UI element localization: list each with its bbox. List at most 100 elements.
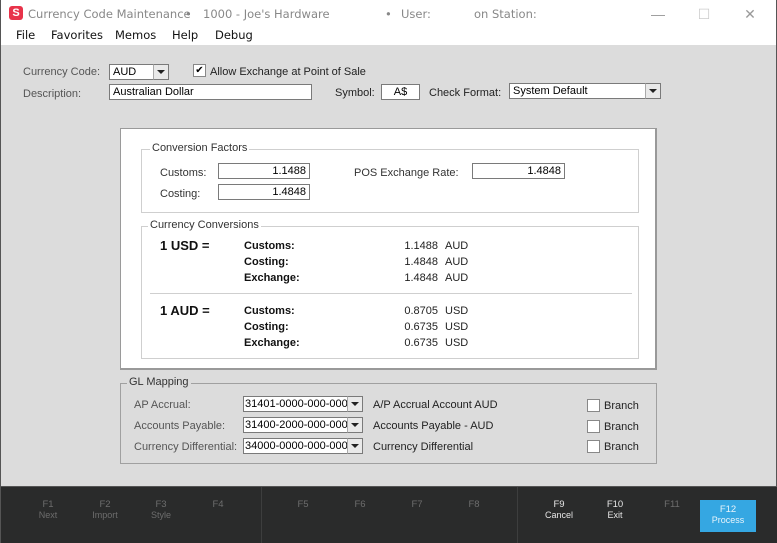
usd-customs-label: Customs: <box>244 240 295 252</box>
aud-exchange-value: 0.6735 <box>404 337 438 349</box>
conversion-divider <box>150 293 632 294</box>
accounts-payable-account-select[interactable]: 31400-2000-000-000 <box>243 417 348 433</box>
customs-factor-label: Customs: <box>160 167 207 179</box>
usd-customs-currency: AUD <box>445 240 469 252</box>
conversion-factors-title: Conversion Factors <box>150 142 250 154</box>
app-logo-icon: S <box>9 6 23 20</box>
description-input[interactable]: Australian Dollar <box>109 84 312 100</box>
currency-code-select[interactable]: AUD <box>109 64 154 80</box>
usd-costing-label: Costing: <box>244 256 289 268</box>
f9-label: Cancel <box>544 510 573 520</box>
usd-exchange-label: Exchange: <box>244 272 300 284</box>
f11-key: F11 <box>664 499 680 510</box>
aud-customs-currency: USD <box>445 305 469 317</box>
function-key-separator <box>261 487 262 543</box>
accounts-payable-description: Accounts Payable - AUD <box>373 420 494 432</box>
f7-button[interactable]: F7 <box>389 500 445 510</box>
f1-next-button[interactable]: F1 Next <box>20 499 76 521</box>
aud-customs-value: 0.8705 <box>404 305 438 317</box>
usd-exchange-currency: AUD <box>445 272 469 284</box>
currency-differential-branch-checkbox[interactable] <box>587 440 600 453</box>
currency-differential-description: Currency Differential <box>373 441 474 453</box>
f8-button[interactable]: F8 <box>446 500 502 510</box>
f6-button[interactable]: F6 <box>332 500 388 510</box>
chevron-down-icon <box>649 89 657 93</box>
conversion-factors-group: Conversion Factors Customs: 1.1488 Costi… <box>141 142 639 213</box>
chevron-down-icon <box>351 444 359 448</box>
station-label: on Station: <box>474 7 537 21</box>
f5-button[interactable]: F5 <box>275 500 331 510</box>
f3-style-button[interactable]: F3 Style <box>133 499 189 521</box>
window-title: Currency Code Maintenance <box>28 7 191 21</box>
f12-label: Process <box>711 515 745 525</box>
aud-costing-value: 0.6735 <box>404 321 438 333</box>
usd-conversion-heading: 1 USD = <box>160 238 210 253</box>
title-bar: S Currency Code Maintenance • 1000 - Joe… <box>1 0 776 27</box>
company-name: 1000 - Joe's Hardware <box>203 7 330 21</box>
currency-code-maintenance-window: S Currency Code Maintenance • 1000 - Joe… <box>0 0 777 543</box>
f10-key: F10 <box>606 499 624 510</box>
minimize-button[interactable]: — <box>635 3 681 25</box>
menu-help[interactable]: Help <box>172 28 198 42</box>
aud-exchange-label: Exchange: <box>244 337 300 349</box>
ap-accrual-branch-label: Branch <box>604 400 639 412</box>
f1-key: F1 <box>42 499 54 510</box>
currency-conversions-title: Currency Conversions <box>148 219 261 231</box>
menu-file[interactable]: File <box>16 28 35 42</box>
check-format-select[interactable]: System Default <box>509 83 646 99</box>
menu-favorites[interactable]: Favorites <box>51 28 103 42</box>
f11-button[interactable]: F11 <box>644 500 700 510</box>
maximize-button[interactable]: ☐ <box>681 3 727 25</box>
usd-costing-value: 1.4848 <box>404 256 438 268</box>
currency-differential-label: Currency Differential: <box>134 441 238 453</box>
function-key-separator <box>517 487 518 543</box>
aud-customs-label: Customs: <box>244 305 295 317</box>
pos-exchange-rate-label: POS Exchange Rate: <box>354 167 459 179</box>
costing-factor-input[interactable]: 1.4848 <box>218 184 310 200</box>
chevron-down-icon <box>351 402 359 406</box>
f2-key: F2 <box>99 499 111 510</box>
f2-label: Import <box>92 510 118 520</box>
allow-exchange-checkbox[interactable]: ✔ <box>193 64 206 77</box>
currency-differential-branch-label: Branch <box>604 441 639 453</box>
conversion-panel: Conversion Factors Customs: 1.1488 Costi… <box>120 128 657 370</box>
symbol-input[interactable]: A$ <box>381 84 420 100</box>
f6-key: F6 <box>354 499 366 510</box>
f12-process-button[interactable]: F12 Process <box>700 500 756 532</box>
menu-bar: File Favorites Memos Help Debug <box>1 27 776 45</box>
gl-mapping-group: GL Mapping AP Accrual: 31401-0000-000-00… <box>120 376 657 464</box>
f10-label: Exit <box>607 510 623 520</box>
ap-accrual-dropdown-button[interactable] <box>347 396 363 412</box>
f9-cancel-button[interactable]: F9 Cancel <box>531 500 587 521</box>
ap-accrual-description: A/P Accrual Account AUD <box>373 399 498 411</box>
chevron-down-icon <box>351 423 359 427</box>
f3-key: F3 <box>155 499 167 510</box>
aud-costing-label: Costing: <box>244 321 289 333</box>
accounts-payable-dropdown-button[interactable] <box>347 417 363 433</box>
currency-differential-account-select[interactable]: 34000-0000-000-000 <box>243 438 348 454</box>
pos-exchange-rate-input[interactable]: 1.4848 <box>472 163 565 179</box>
currency-conversions-group: Currency Conversions 1 USD = Customs: 1.… <box>141 219 639 359</box>
currency-differential-dropdown-button[interactable] <box>347 438 363 454</box>
ap-accrual-branch-checkbox[interactable] <box>587 399 600 412</box>
f2-import-button[interactable]: F2 Import <box>77 499 133 521</box>
aud-costing-currency: USD <box>445 321 469 333</box>
maximize-icon: ☐ <box>697 5 711 22</box>
check-format-label: Check Format: <box>429 87 502 99</box>
user-label: User: <box>401 7 431 21</box>
accounts-payable-branch-checkbox[interactable] <box>587 420 600 433</box>
f10-exit-button[interactable]: F10 Exit <box>587 499 643 521</box>
menu-memos[interactable]: Memos <box>115 28 156 42</box>
customs-factor-input[interactable]: 1.1488 <box>218 163 310 179</box>
close-button[interactable]: ✕ <box>727 3 773 25</box>
f7-key: F7 <box>411 499 423 510</box>
currency-code-dropdown-button[interactable] <box>153 64 169 80</box>
function-key-bar: F1 Next F2 Import F3 Style F4 F5 F6 F7 F8 F… <box>1 486 777 543</box>
check-format-dropdown-button[interactable] <box>645 83 661 99</box>
menu-debug[interactable]: Debug <box>215 28 253 42</box>
f8-key: F8 <box>468 499 480 510</box>
accounts-payable-label: Accounts Payable: <box>134 420 226 432</box>
ap-accrual-account-select[interactable]: 31401-0000-000-000 <box>243 396 348 412</box>
aud-conversion-heading: 1 AUD = <box>160 303 210 318</box>
f4-button[interactable]: F4 <box>190 500 246 510</box>
